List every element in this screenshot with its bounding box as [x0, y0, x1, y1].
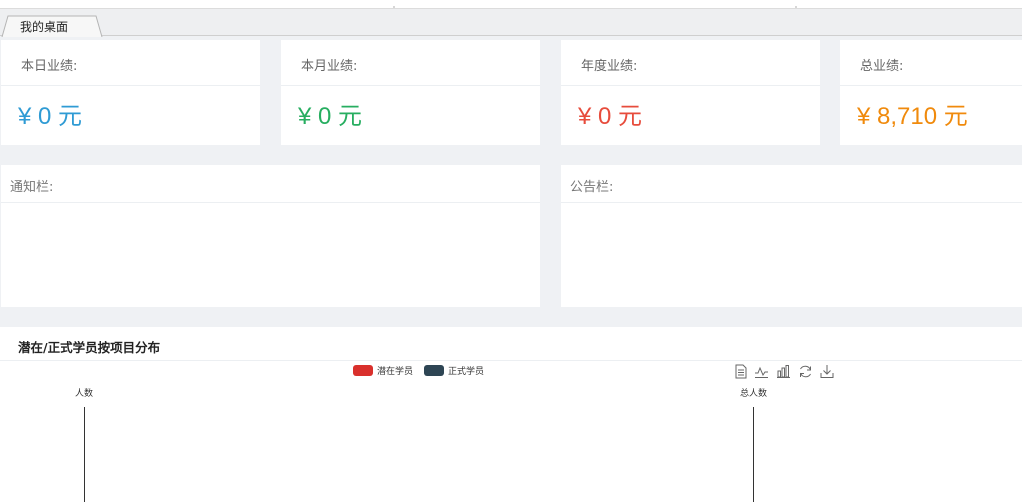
announcement-panel: 公告栏: [561, 165, 1022, 307]
restore-icon[interactable] [798, 364, 813, 379]
chart-panel-title: 潜在/正式学员按项目分布 [18, 340, 161, 355]
legend-item-potential[interactable]: 潜在学员 [353, 364, 414, 377]
stat-card-header: 本日业绩: [1, 40, 260, 86]
notice-panel: 通知栏: [1, 165, 540, 307]
notice-panel-header: 通知栏: [1, 165, 540, 203]
legend-label: 潜在学员 [377, 367, 414, 377]
stat-card-monthly: 本月业绩: ¥ 0 元 [281, 40, 540, 145]
stat-card-label: 本日业绩: [21, 59, 78, 74]
stat-card-header: 年度业绩: [561, 40, 820, 86]
announcement-panel-title: 公告栏: [570, 180, 614, 195]
y-axis-label-right: 总人数 [740, 389, 768, 399]
stat-card-value: ¥ 8,710 元 [857, 103, 968, 130]
notice-panel-title: 通知栏: [10, 180, 54, 195]
save-image-icon[interactable] [820, 364, 834, 379]
legend-item-formal[interactable]: 正式学员 [424, 364, 485, 377]
y-axis-label-left: 人数 [75, 389, 94, 399]
y-axis-line-left [84, 407, 85, 502]
stat-card-label: 年度业绩: [581, 59, 638, 74]
chart-panel: 潜在/正式学员按项目分布 潜在学员 正式学员 人数 总人数 [0, 327, 1022, 502]
stat-card-daily: 本日业绩: ¥ 0 元 [1, 40, 260, 145]
announcement-panel-header: 公告栏: [561, 165, 1022, 203]
legend-swatch [424, 365, 444, 376]
stat-card-yearly: 年度业绩: ¥ 0 元 [561, 40, 820, 145]
stat-card-header: 总业绩: [840, 40, 1022, 86]
top-strip [0, 0, 1022, 8]
stat-card-value: ¥ 0 元 [18, 103, 83, 130]
stat-card-value: ¥ 0 元 [298, 103, 363, 130]
stat-card-label: 总业绩: [860, 59, 904, 74]
bar-chart-icon[interactable] [776, 364, 791, 379]
y-axis-line-right [753, 407, 754, 502]
legend-label: 正式学员 [448, 367, 485, 377]
chart-panel-header: 潜在/正式学员按项目分布 [0, 327, 1022, 361]
tab-my-desktop[interactable]: 我的桌面 [0, 15, 104, 37]
tab-label: 我的桌面 [20, 20, 69, 34]
stat-card-value: ¥ 0 元 [578, 103, 643, 130]
stat-card-total: 总业绩: ¥ 8,710 元 [840, 40, 1022, 145]
stat-card-header: 本月业绩: [281, 40, 540, 86]
data-view-icon[interactable] [734, 364, 748, 379]
line-chart-icon[interactable] [754, 364, 769, 379]
tab-bar: 我的桌面 [0, 8, 1022, 37]
legend-swatch [353, 365, 373, 376]
stat-card-label: 本月业绩: [301, 59, 358, 74]
